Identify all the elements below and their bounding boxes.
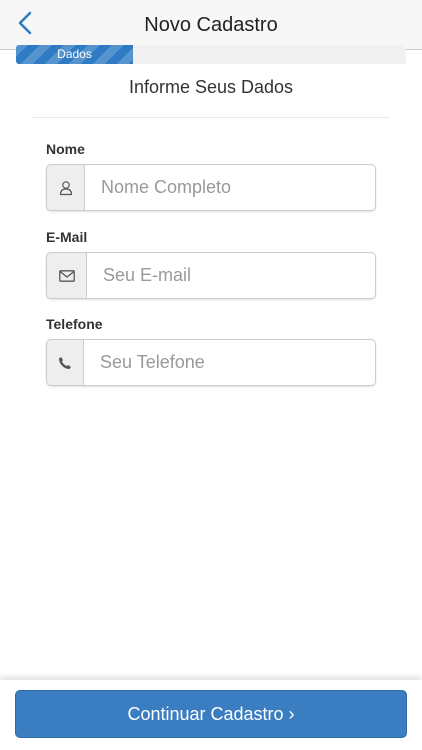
progress-bar: Dados — [16, 45, 406, 64]
email-addon — [47, 253, 87, 298]
email-input-group — [46, 252, 376, 299]
envelope-icon — [58, 269, 75, 282]
phone-addon — [47, 340, 84, 385]
progress-label: Dados — [57, 47, 92, 61]
email-input[interactable] — [87, 253, 375, 298]
name-label: Nome — [46, 141, 85, 157]
bottom-bar: Continuar Cadastro › — [0, 680, 422, 750]
name-addon — [47, 165, 85, 210]
divider — [32, 117, 390, 118]
continue-button[interactable]: Continuar Cadastro › — [15, 690, 407, 738]
chevron-right-icon: › — [288, 703, 295, 724]
section-title: Informe Seus Dados — [128, 77, 294, 97]
email-label: E-Mail — [46, 229, 88, 245]
phone-label: Telefone — [46, 316, 103, 332]
navbar: Novo Cadastro — [0, 0, 422, 50]
phone-input-group — [46, 339, 376, 386]
name-input[interactable] — [85, 165, 375, 210]
user-icon — [59, 180, 72, 195]
continue-label: Continuar Cadastro — [127, 703, 284, 724]
phone-icon — [59, 356, 71, 369]
phone-input[interactable] — [84, 340, 375, 385]
name-input-group — [46, 164, 376, 211]
page-title: Novo Cadastro — [144, 14, 278, 36]
